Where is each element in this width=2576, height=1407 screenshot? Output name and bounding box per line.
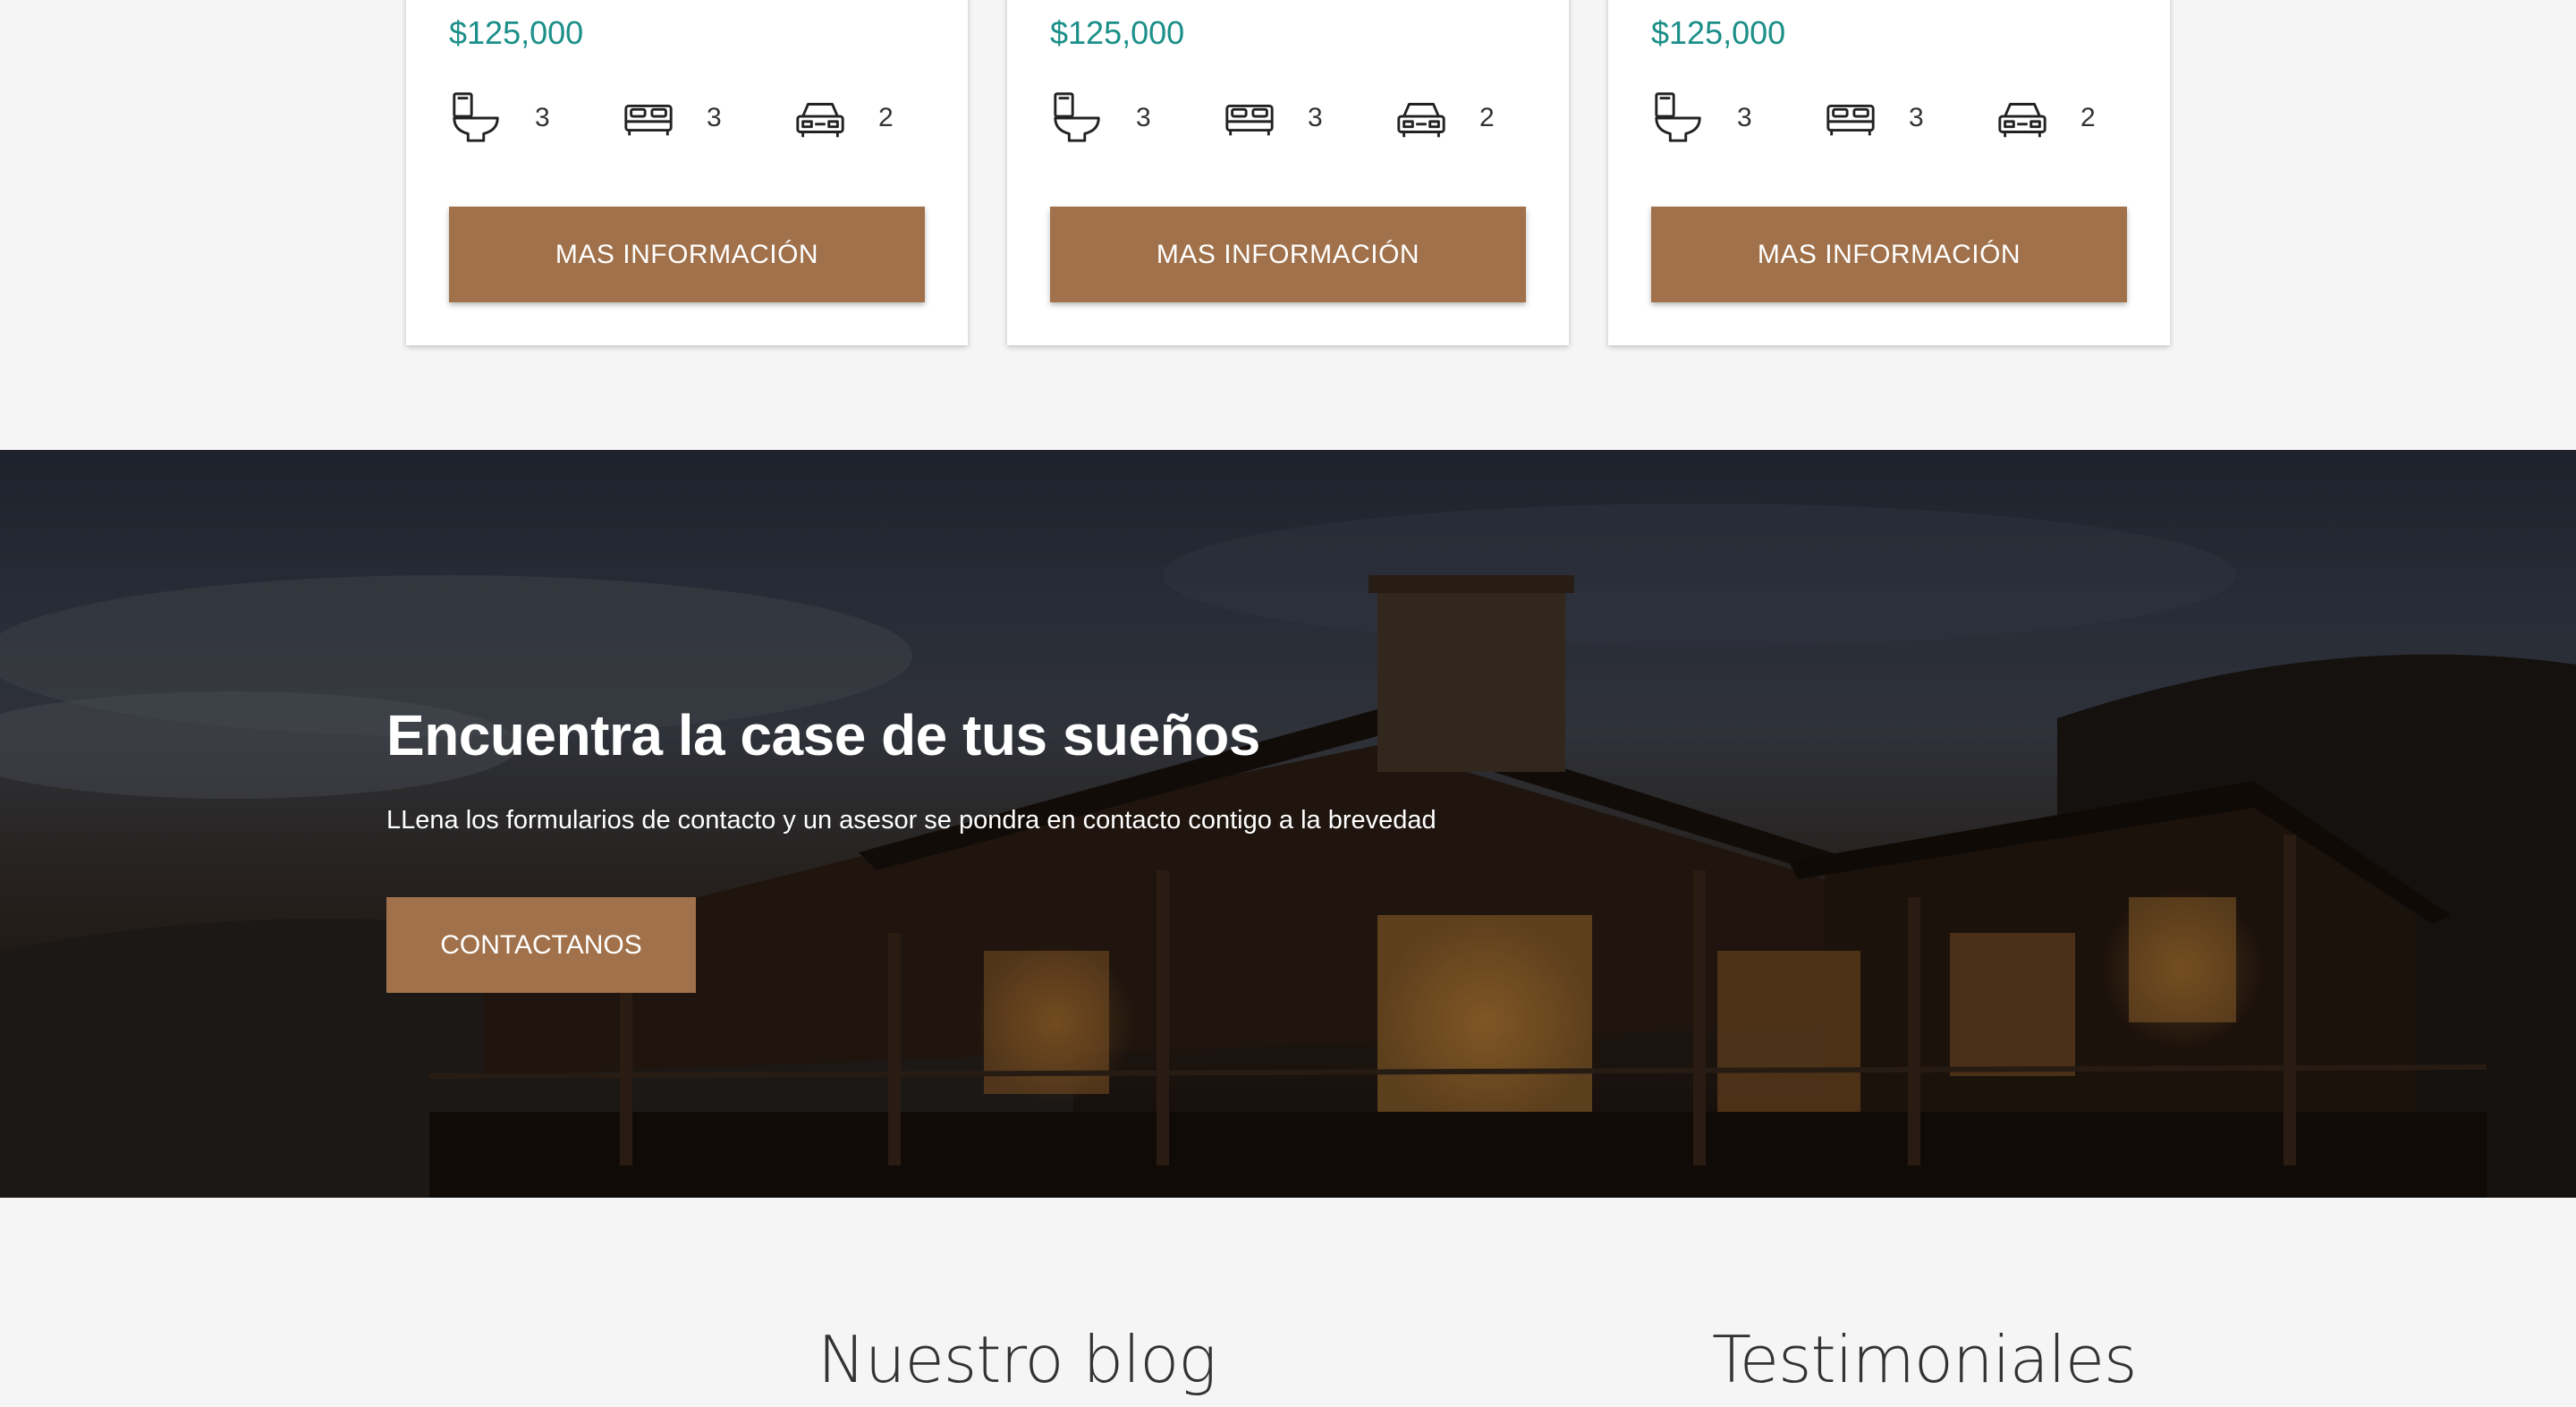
more-info-button[interactable]: MAS INFORMACIÓN (1050, 207, 1526, 302)
more-info-button[interactable]: MAS INFORMACIÓN (449, 207, 925, 302)
feature-bedrooms: 3 (1222, 84, 1323, 152)
testimonials-heading: Testimoniales (1712, 1322, 2138, 1397)
parking-count: 2 (1479, 103, 1495, 132)
feature-bathrooms: 3 (1050, 84, 1151, 152)
toilet-icon (1050, 90, 1106, 146)
listing-card: $125,000 3 3 2 MAS INFORMACIÓN (406, 0, 968, 345)
listing-price: $125,000 (1050, 14, 1185, 51)
listing-card: $125,000 3 3 2 MAS INFORMACIÓN (1608, 0, 2170, 345)
bed-icon (1823, 90, 1878, 146)
bedroom-count: 3 (1308, 103, 1323, 132)
listing-features: 3 3 2 (1050, 84, 1533, 152)
feature-bathrooms: 3 (1651, 84, 1752, 152)
toilet-icon (449, 90, 504, 146)
bed-icon (1222, 90, 1277, 146)
bathroom-count: 3 (1136, 103, 1151, 132)
bedroom-count: 3 (707, 103, 722, 132)
blog-heading: Nuestro blog (818, 1322, 1216, 1397)
listing-price: $125,000 (449, 14, 584, 51)
listing-features: 3 3 2 (449, 84, 932, 152)
feature-parking: 2 (792, 84, 894, 152)
feature-parking: 2 (1394, 84, 1495, 152)
bathroom-count: 3 (535, 103, 550, 132)
hero-subtitle: LLena los formularios de contacto y un a… (386, 806, 1436, 835)
car-icon (792, 90, 848, 146)
parking-count: 2 (878, 103, 894, 132)
listing-features: 3 3 2 (1651, 84, 2134, 152)
more-info-button[interactable]: MAS INFORMACIÓN (1651, 207, 2127, 302)
bathroom-count: 3 (1737, 103, 1752, 132)
car-icon (1394, 90, 1449, 146)
feature-bedrooms: 3 (1823, 84, 1924, 152)
bedroom-count: 3 (1909, 103, 1924, 132)
contact-button[interactable]: CONTACTANOS (386, 897, 696, 993)
page: $125,000 3 3 2 MAS INFORMACIÓN $125,000 … (0, 0, 2576, 1407)
bed-icon (621, 90, 676, 146)
toilet-icon (1651, 90, 1707, 146)
feature-parking: 2 (1995, 84, 2096, 152)
hero-banner: Encuentra la case de tus sueños LLena lo… (0, 450, 2576, 1198)
listing-card: $125,000 3 3 2 MAS INFORMACIÓN (1007, 0, 1569, 345)
listing-price: $125,000 (1651, 14, 1786, 51)
parking-count: 2 (2080, 103, 2096, 132)
listings-grid: $125,000 3 3 2 MAS INFORMACIÓN $125,000 … (406, 0, 2170, 346)
car-icon (1995, 90, 2050, 146)
feature-bedrooms: 3 (621, 84, 722, 152)
hero-title: Encuentra la case de tus sueños (386, 703, 1260, 767)
feature-bathrooms: 3 (449, 84, 550, 152)
